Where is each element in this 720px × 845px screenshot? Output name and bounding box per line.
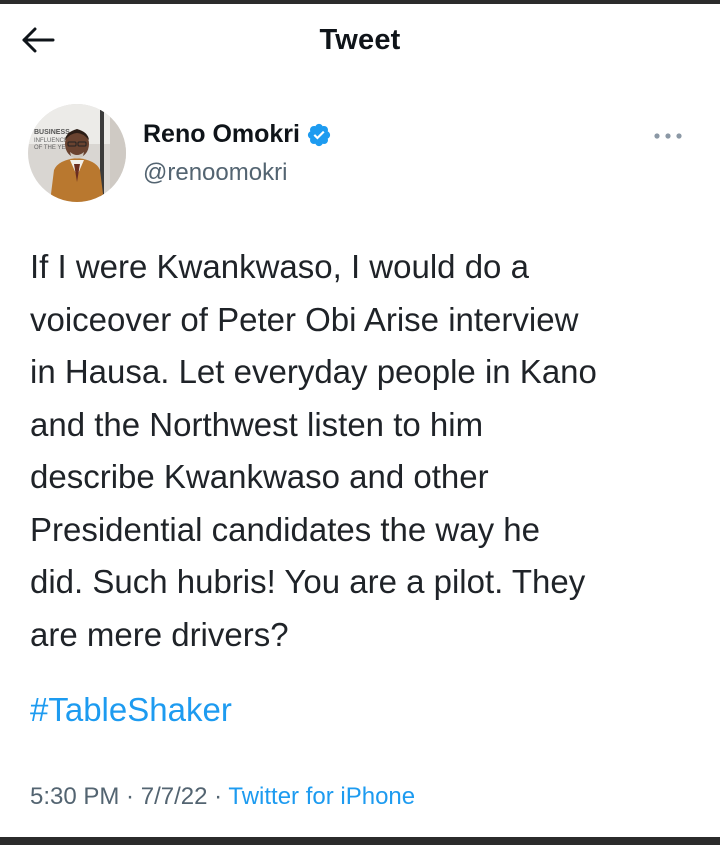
header: Tweet bbox=[0, 4, 720, 76]
tweet-body: If I were Kwankwaso, I would do a voiceo… bbox=[30, 248, 597, 653]
more-options-button[interactable] bbox=[648, 124, 688, 148]
more-horizontal-icon bbox=[654, 133, 682, 139]
author-display-name: Reno Omokri bbox=[143, 120, 300, 148]
tweet-author: BUSINESS INFLUENCER OF THE YEAR Reno Omo… bbox=[28, 104, 688, 204]
meta-separator: · bbox=[207, 783, 229, 810]
bottom-edge-bar bbox=[0, 837, 720, 845]
tweet-source-link[interactable]: Twitter for iPhone bbox=[228, 783, 415, 810]
avatar-image: BUSINESS INFLUENCER OF THE YEAR bbox=[28, 104, 126, 202]
hashtag-link[interactable]: #TableShaker bbox=[30, 684, 232, 736]
avatar-text-line-1: BUSINESS bbox=[34, 129, 70, 136]
author-name-row[interactable]: Reno Omokri bbox=[143, 120, 332, 149]
tweet-meta: 5:30 PM · 7/7/22 · Twitter for iPhone bbox=[30, 783, 415, 811]
meta-separator: · bbox=[119, 783, 141, 810]
tweet-date[interactable]: 7/7/22 bbox=[141, 783, 208, 810]
page-title: Tweet bbox=[319, 24, 401, 56]
author-handle[interactable]: @renoomokri bbox=[143, 159, 287, 187]
verified-badge-icon bbox=[307, 123, 331, 146]
avatar[interactable]: BUSINESS INFLUENCER OF THE YEAR bbox=[28, 104, 126, 202]
tweet-time[interactable]: 5:30 PM bbox=[30, 783, 119, 810]
